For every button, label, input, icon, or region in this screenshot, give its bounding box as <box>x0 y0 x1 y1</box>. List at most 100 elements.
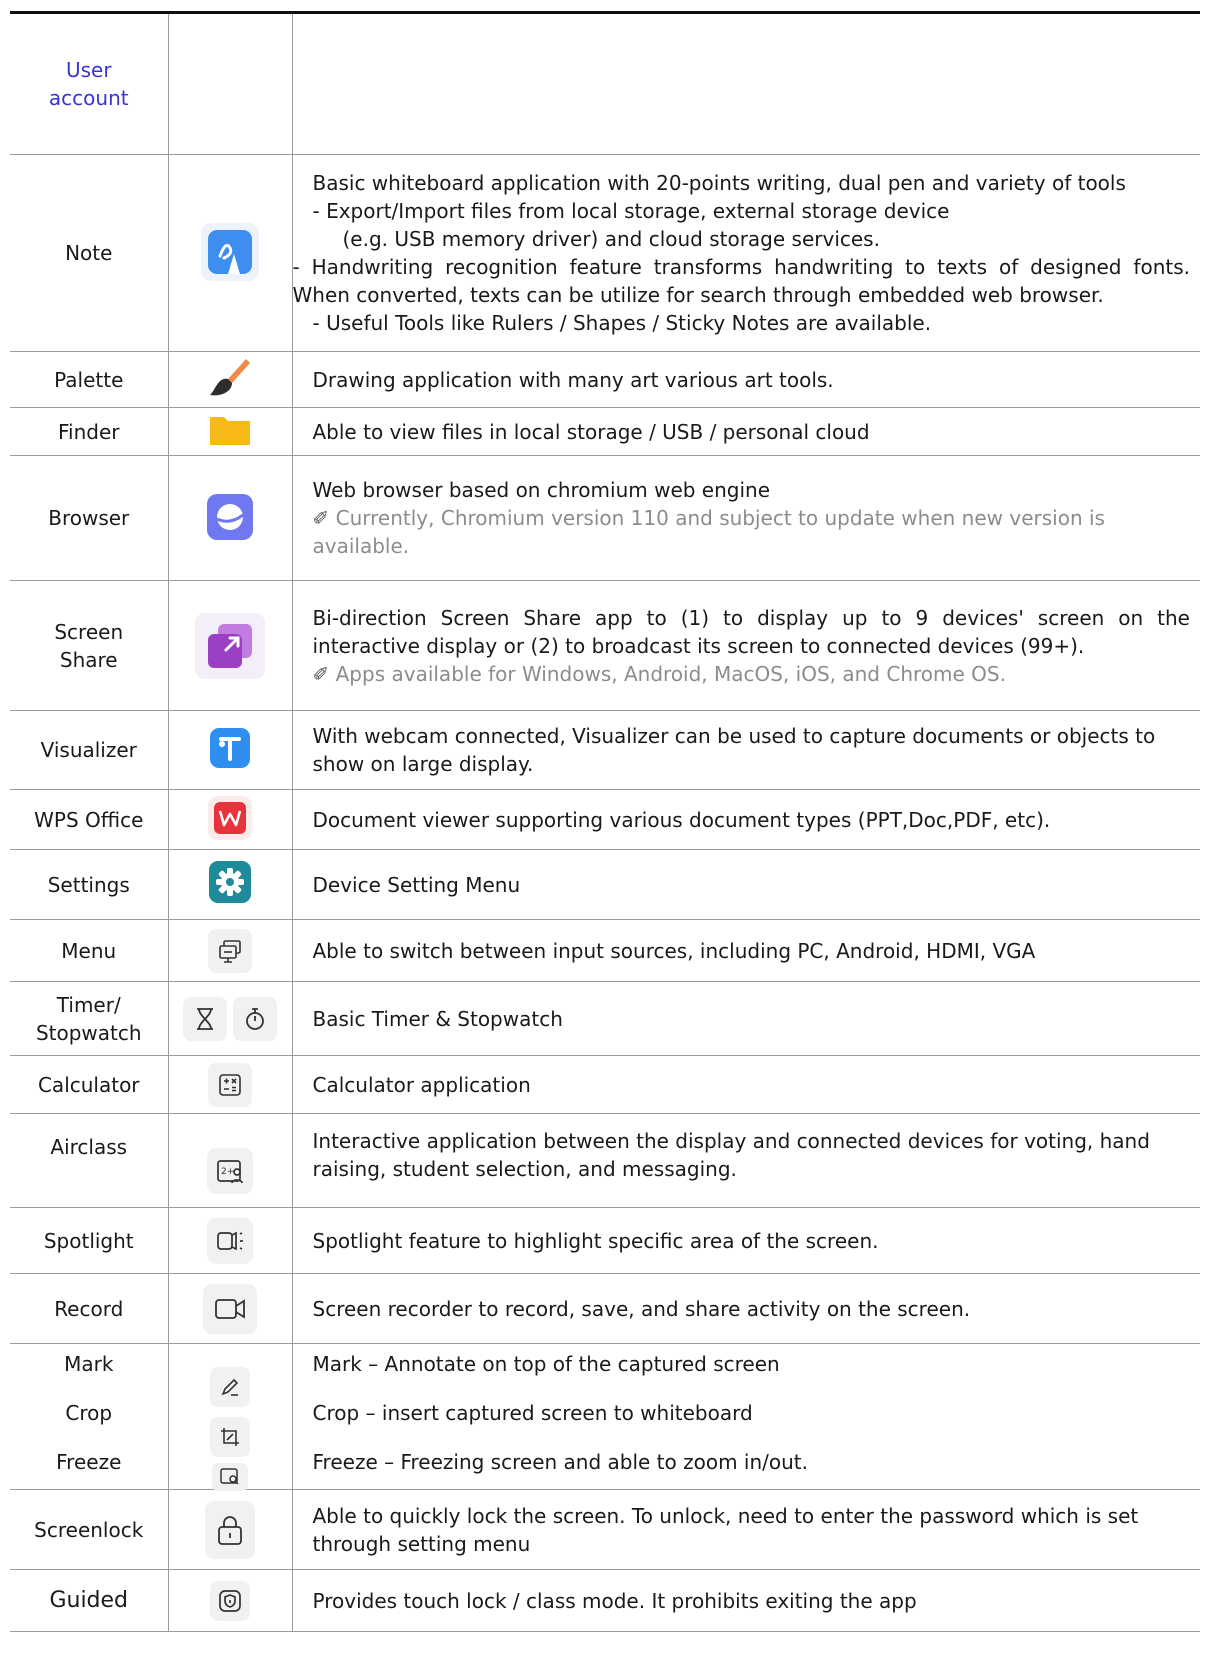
app-icon-cell: 2+ <box>167 1113 293 1208</box>
app-description: Able to view files in local storage / US… <box>312 419 870 444</box>
app-description: Able to quickly lock the screen. To unlo… <box>312 1503 1139 1556</box>
app-desc-cell: With webcam connected, Visualizer can be… <box>291 710 1200 790</box>
wps-office-icon <box>208 796 252 840</box>
table-row: User account <box>10 11 1200 155</box>
paintbrush-icon <box>206 353 254 401</box>
crop-icon <box>210 1416 250 1457</box>
table-row: Airclass 2+ Interactive application betw… <box>10 1113 1200 1208</box>
table-row: Finder Able to view files in local stora… <box>10 407 1200 456</box>
table-row: Menu Able to switch between input source… <box>10 919 1200 982</box>
app-desc-cell: Provides touch lock / class mode. It pro… <box>291 1569 1200 1632</box>
gear-icon <box>206 858 254 906</box>
table-row: Palette Drawing application with many ar… <box>10 351 1200 408</box>
app-name: Screen Share <box>54 619 124 672</box>
app-name: Visualizer <box>40 738 137 762</box>
app-desc-cell: Spotlight feature to highlight specific … <box>291 1207 1200 1274</box>
table-row: Record Screen recorder to record, save, … <box>10 1273 1200 1344</box>
table-row: Guided Provides touch lock / class mode.… <box>10 1569 1200 1632</box>
app-desc-cell: Screen recorder to record, save, and sha… <box>291 1273 1200 1344</box>
app-name: Crop <box>65 1400 113 1425</box>
app-name-cell[interactable]: User account <box>10 11 169 155</box>
table-row: Screenlock Able to quickly lock the scre… <box>10 1489 1200 1570</box>
app-icon-cell <box>167 580 293 711</box>
app-desc-cell: Document viewer supporting various docum… <box>291 789 1200 850</box>
app-description: Document viewer supporting various docum… <box>312 807 1051 832</box>
table-row: Screen Share Bi-direction Screen Share a… <box>10 580 1200 711</box>
table-row: Visualizer With webcam connected, Visual… <box>10 710 1200 790</box>
app-name-cell: Menu <box>10 919 169 982</box>
app-name: Mark <box>64 1351 114 1376</box>
app-icon-cell <box>167 1055 293 1114</box>
app-description: Basic whiteboard application with 20-poi… <box>292 171 1191 335</box>
app-name-cell: Record <box>10 1273 169 1344</box>
app-description: Screen recorder to record, save, and sha… <box>312 1296 971 1321</box>
folder-icon <box>206 409 254 449</box>
app-description: Calculator application <box>312 1072 531 1097</box>
pencil-note-icon: ✐ <box>312 506 330 530</box>
app-description: Spotlight feature to highlight specific … <box>312 1228 879 1253</box>
app-table-page: User account Note Basic whiteboard appli… <box>0 0 1212 1676</box>
app-desc-cell: Calculator application <box>291 1055 1200 1114</box>
app-desc-cell: Drawing application with many art variou… <box>291 351 1200 408</box>
table-row: Calculator Calculator application <box>10 1055 1200 1114</box>
app-description: Crop – insert captured screen to whitebo… <box>312 1400 753 1425</box>
app-icon-cell <box>167 1489 293 1570</box>
app-name-cell: Screen Share <box>10 580 169 711</box>
freeze-icon <box>212 1462 248 1491</box>
screen-share-icon <box>195 612 265 679</box>
table-row: Timer/ Stopwatch Basic Timer & Stopwatch <box>10 981 1200 1056</box>
app-icon-cell <box>167 1569 293 1632</box>
app-icon-cell <box>167 455 293 581</box>
app-name-cell: Note <box>10 154 169 352</box>
app-icon-cell <box>167 1343 293 1491</box>
app-icon-cell <box>167 1273 293 1344</box>
app-description: Able to switch between input sources, in… <box>312 938 1036 963</box>
visualizer-icon <box>206 724 254 772</box>
app-desc-cell: Basic Timer & Stopwatch <box>291 981 1200 1056</box>
app-name: Palette <box>54 367 124 392</box>
app-name-cell: Mark Crop Freeze <box>10 1343 169 1490</box>
app-icon-cell <box>167 1207 293 1274</box>
app-name: Spotlight <box>43 1228 134 1253</box>
app-icon-cell <box>167 154 293 352</box>
app-name-cell: Timer/ Stopwatch <box>10 981 169 1056</box>
app-desc-cell: Able to switch between input sources, in… <box>291 919 1200 982</box>
app-icon-cell <box>167 919 293 982</box>
table-row: Settings Device Setting Menu <box>10 849 1200 920</box>
app-icon-cell <box>167 789 293 850</box>
app-name-cell: Guided <box>10 1569 169 1632</box>
guided-lock-icon <box>210 1580 250 1621</box>
app-description: With webcam connected, Visualizer can be… <box>312 724 1156 776</box>
stopwatch-icon <box>233 996 277 1041</box>
app-name[interactable]: User account <box>49 56 129 112</box>
app-name: Timer/ Stopwatch <box>35 992 142 1045</box>
app-table: User account Note Basic whiteboard appli… <box>10 11 1200 1632</box>
table-row: Spotlight Spotlight feature to highlight… <box>10 1207 1200 1274</box>
app-name-cell: Browser <box>10 455 169 581</box>
app-name: Browser <box>48 506 130 530</box>
app-desc-cell <box>291 11 1200 155</box>
app-desc-cell: Able to quickly lock the screen. To unlo… <box>291 1489 1200 1570</box>
app-icon-cell <box>167 351 293 408</box>
table-row: Note Basic whiteboard application with 2… <box>10 154 1200 352</box>
browser-icon <box>201 488 259 546</box>
app-desc-cell: Mark – Annotate on top of the captured s… <box>291 1343 1200 1490</box>
app-name-cell: WPS Office <box>10 789 169 850</box>
table-row: WPS Office Document viewer supporting va… <box>10 789 1200 850</box>
app-description: Drawing application with many art variou… <box>312 367 834 392</box>
app-name: Record <box>54 1296 124 1321</box>
app-name-cell: Palette <box>10 351 169 408</box>
hourglass-icon <box>183 996 227 1041</box>
app-description: Bi-direction Screen Share app to (1) to … <box>312 605 1191 686</box>
app-name-cell: Spotlight <box>10 1207 169 1274</box>
app-name-cell: Finder <box>10 407 169 456</box>
app-desc-cell: Able to view files in local storage / US… <box>291 407 1200 456</box>
app-description: Mark – Annotate on top of the captured s… <box>312 1351 780 1376</box>
table-row: Mark Crop Freeze Mark – Annotate on top … <box>10 1343 1200 1491</box>
note-pen-icon <box>201 223 259 281</box>
pencil-note-icon: ✐ <box>312 661 330 686</box>
app-name-cell: Calculator <box>10 1055 169 1114</box>
app-description: Device Setting Menu <box>312 872 521 897</box>
pencil-icon <box>210 1366 250 1407</box>
airclass-icon: 2+ <box>207 1147 253 1194</box>
